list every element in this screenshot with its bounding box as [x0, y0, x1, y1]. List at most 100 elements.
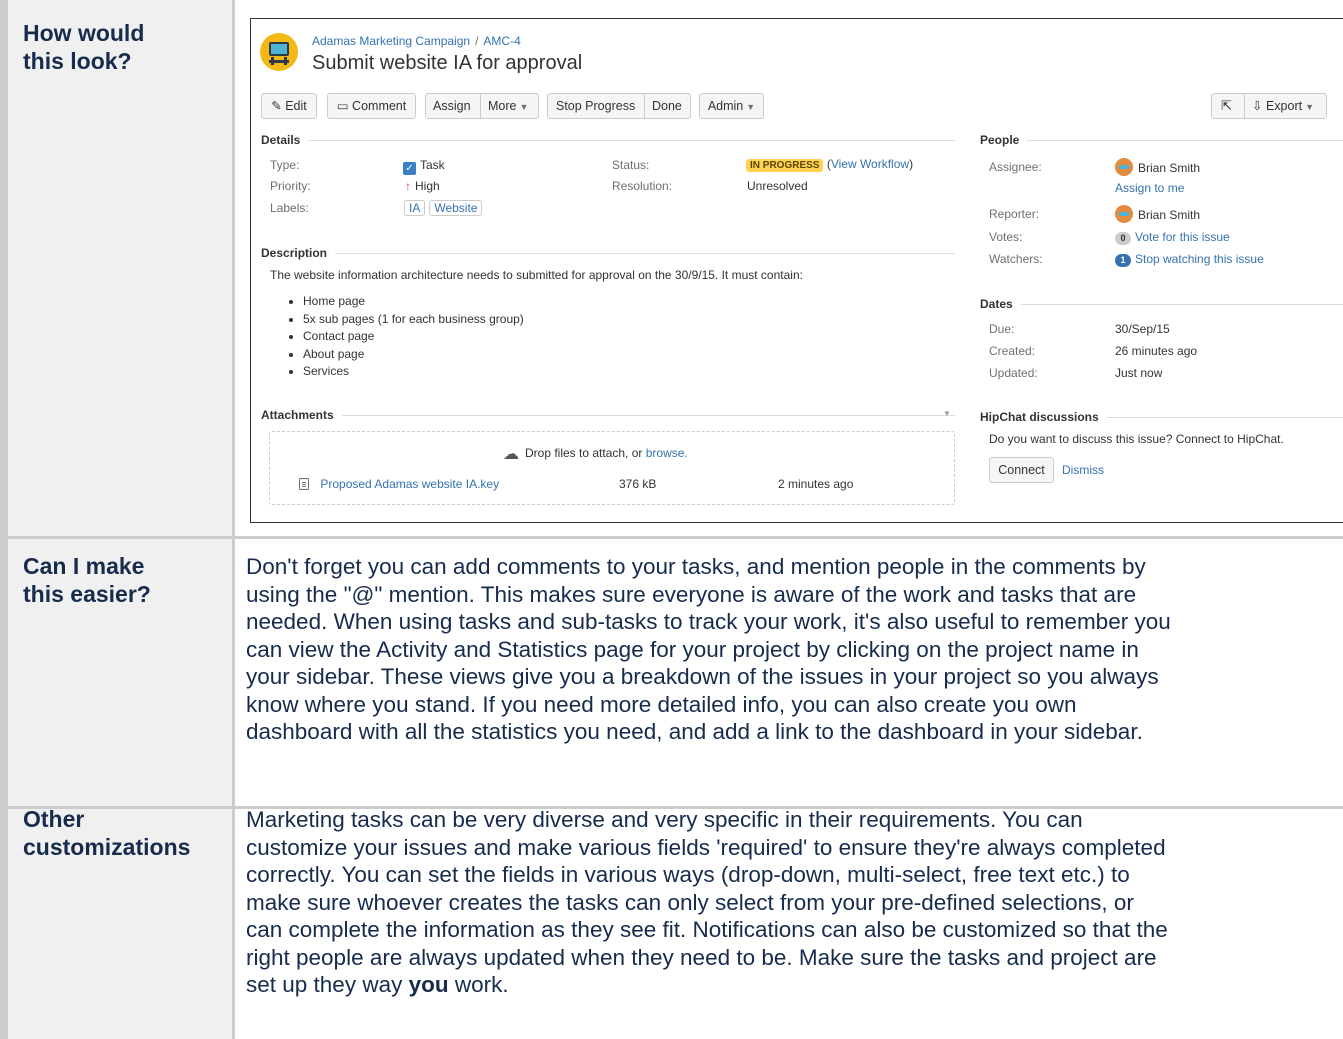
assign-more-group: Assign More ▼ — [425, 93, 539, 119]
assignee-value: Brian Smith — [1115, 158, 1200, 176]
speech-bubble-icon: ▭ — [336, 99, 349, 113]
list-item: Contact page — [303, 328, 524, 346]
votes-value: 0 Vote for this issue — [1115, 230, 1230, 245]
attachment-dropzone[interactable]: ☁ Drop files to attach, or browse. Propos… — [269, 431, 955, 505]
dismiss-link[interactable]: Dismiss — [1062, 463, 1104, 477]
watcher-count-badge: 1 — [1115, 254, 1131, 267]
hipchat-text: Do you want to discuss this issue? Conne… — [989, 432, 1284, 446]
updated-label: Updated: — [989, 366, 1038, 380]
tip-paragraph: Don't forget you can add comments to you… — [246, 554, 1171, 744]
chevron-down-icon: ▼ — [1305, 102, 1315, 112]
priority-label: Priority: — [270, 179, 311, 193]
attachment-file-link[interactable]: Proposed Adamas website IA.key — [320, 477, 499, 491]
reporter-label: Reporter: — [989, 207, 1040, 221]
customizations-paragraph: Marketing tasks can be very diverse and … — [246, 807, 1168, 997]
breadcrumb: Adamas Marketing Campaign / AMC-4 — [312, 34, 521, 48]
row-header-other-customizations: Other customizations — [23, 806, 191, 860]
comment-button[interactable]: ▭ Comment — [327, 93, 416, 119]
votes-label: Votes: — [989, 230, 1023, 244]
column-divider — [232, 0, 235, 1039]
label-website[interactable]: Website — [429, 200, 483, 216]
cloud-upload-icon: ☁ — [503, 446, 519, 463]
description-heading: Description — [261, 246, 336, 260]
breadcrumb-project-link[interactable]: Adamas Marketing Campaign — [312, 34, 470, 48]
arrow-up-icon: ↑ — [405, 179, 411, 193]
updated-value: Just now — [1115, 366, 1163, 380]
breadcrumb-issue-key-link[interactable]: AMC-4 — [483, 34, 520, 48]
edit-button[interactable]: ✎ Edit — [261, 93, 317, 119]
due-value: 30/Sep/15 — [1115, 322, 1170, 336]
details-heading: Details — [261, 133, 309, 147]
document-icon — [299, 478, 309, 490]
list-item: Home page — [303, 293, 524, 311]
priority-value: ↑ High — [405, 179, 440, 193]
view-workflow-link[interactable]: View Workflow — [831, 157, 909, 171]
more-dropdown[interactable]: More ▼ — [488, 94, 528, 119]
breadcrumb-separator: / — [475, 34, 479, 48]
done-button[interactable]: Done — [652, 94, 682, 118]
attachment-row: Proposed Adamas website IA.key — [299, 477, 499, 491]
share-icon[interactable]: ⇱ — [1221, 94, 1232, 118]
attachment-size: 376 kB — [619, 477, 657, 491]
workflow-group: Stop Progress Done — [547, 93, 691, 119]
stop-progress-button[interactable]: Stop Progress — [556, 94, 635, 118]
guide-table: How would this look? Can I make this easie… — [0, 0, 1343, 1039]
details-rule — [261, 140, 955, 141]
labels-label: Labels: — [270, 201, 309, 215]
row-header-cell — [8, 0, 232, 536]
dates-rule — [980, 304, 1343, 305]
resolution-label: Resolution: — [612, 179, 673, 193]
people-heading: People — [980, 133, 1028, 147]
stop-watching-link[interactable]: Stop watching this issue — [1135, 252, 1264, 266]
row-divider — [0, 536, 1343, 539]
due-label: Due: — [989, 322, 1015, 336]
label-ia[interactable]: IA — [404, 200, 426, 216]
hipchat-heading: HipChat discussions — [980, 410, 1107, 424]
dates-heading: Dates — [980, 297, 1021, 311]
checkbox-icon: ✓ — [403, 162, 416, 175]
pencil-icon: ✎ — [271, 99, 282, 113]
list-item: About page — [303, 346, 524, 364]
assign-to-me-link[interactable]: Assign to me — [1115, 181, 1184, 195]
export-icon: ⇩ — [1252, 99, 1263, 113]
created-label: Created: — [989, 344, 1036, 358]
connect-button[interactable]: Connect — [989, 457, 1054, 483]
avatar — [1115, 205, 1133, 223]
list-item: 5x sub pages (1 for each business group) — [303, 311, 524, 329]
description-list: Home page 5x sub pages (1 for each busin… — [279, 293, 524, 381]
list-item: Services — [303, 363, 524, 381]
issue-screenshot: Adamas Marketing Campaign / AMC-4 Submit w… — [250, 18, 1343, 523]
vote-link[interactable]: Vote for this issue — [1135, 230, 1230, 244]
watchers-label: Watchers: — [989, 252, 1043, 266]
share-export-group: ⇱ ⇩ Export ▼ — [1211, 93, 1327, 119]
assign-button[interactable]: Assign — [433, 94, 471, 118]
created-value: 26 minutes ago — [1115, 344, 1198, 358]
export-dropdown[interactable]: ⇩ Export ▼ — [1252, 94, 1314, 119]
admin-dropdown[interactable]: Admin ▼ — [699, 93, 764, 119]
resolution-value: Unresolved — [747, 179, 808, 193]
issue-title: Submit website IA for approval — [312, 52, 583, 74]
attachments-heading: Attachments — [261, 408, 342, 422]
status-label: Status: — [612, 158, 650, 172]
table-left-border — [0, 0, 8, 1039]
reporter-value: Brian Smith — [1115, 205, 1200, 223]
people-rule — [980, 140, 1343, 141]
status-lozenge: IN PROGRESS — [746, 159, 824, 172]
avatar — [1115, 158, 1133, 176]
type-label: Type: — [270, 158, 300, 172]
drop-text: ☁ Drop files to attach, or browse. — [503, 446, 688, 463]
row-header-how-would-this-look: How would this look? — [23, 20, 145, 74]
vote-count-badge: 0 — [1115, 232, 1131, 245]
chevron-down-icon: ▼ — [746, 102, 756, 112]
description-text: The website information architecture nee… — [270, 268, 803, 282]
description-rule — [261, 253, 955, 254]
browse-link[interactable]: browse. — [646, 446, 688, 460]
project-avatar-icon — [260, 33, 298, 71]
row-header-can-i-make-this-easier: Can I make this easier? — [23, 553, 151, 607]
status-value: IN PROGRESS (View Workflow) — [746, 157, 913, 172]
type-value: ✓ Task — [403, 158, 445, 175]
chevron-down-icon: ▼ — [519, 102, 529, 112]
attachment-time: 2 minutes ago — [778, 477, 854, 491]
chevron-down-icon[interactable]: ▼ — [943, 409, 951, 418]
watchers-value: 1 Stop watching this issue — [1115, 252, 1264, 267]
